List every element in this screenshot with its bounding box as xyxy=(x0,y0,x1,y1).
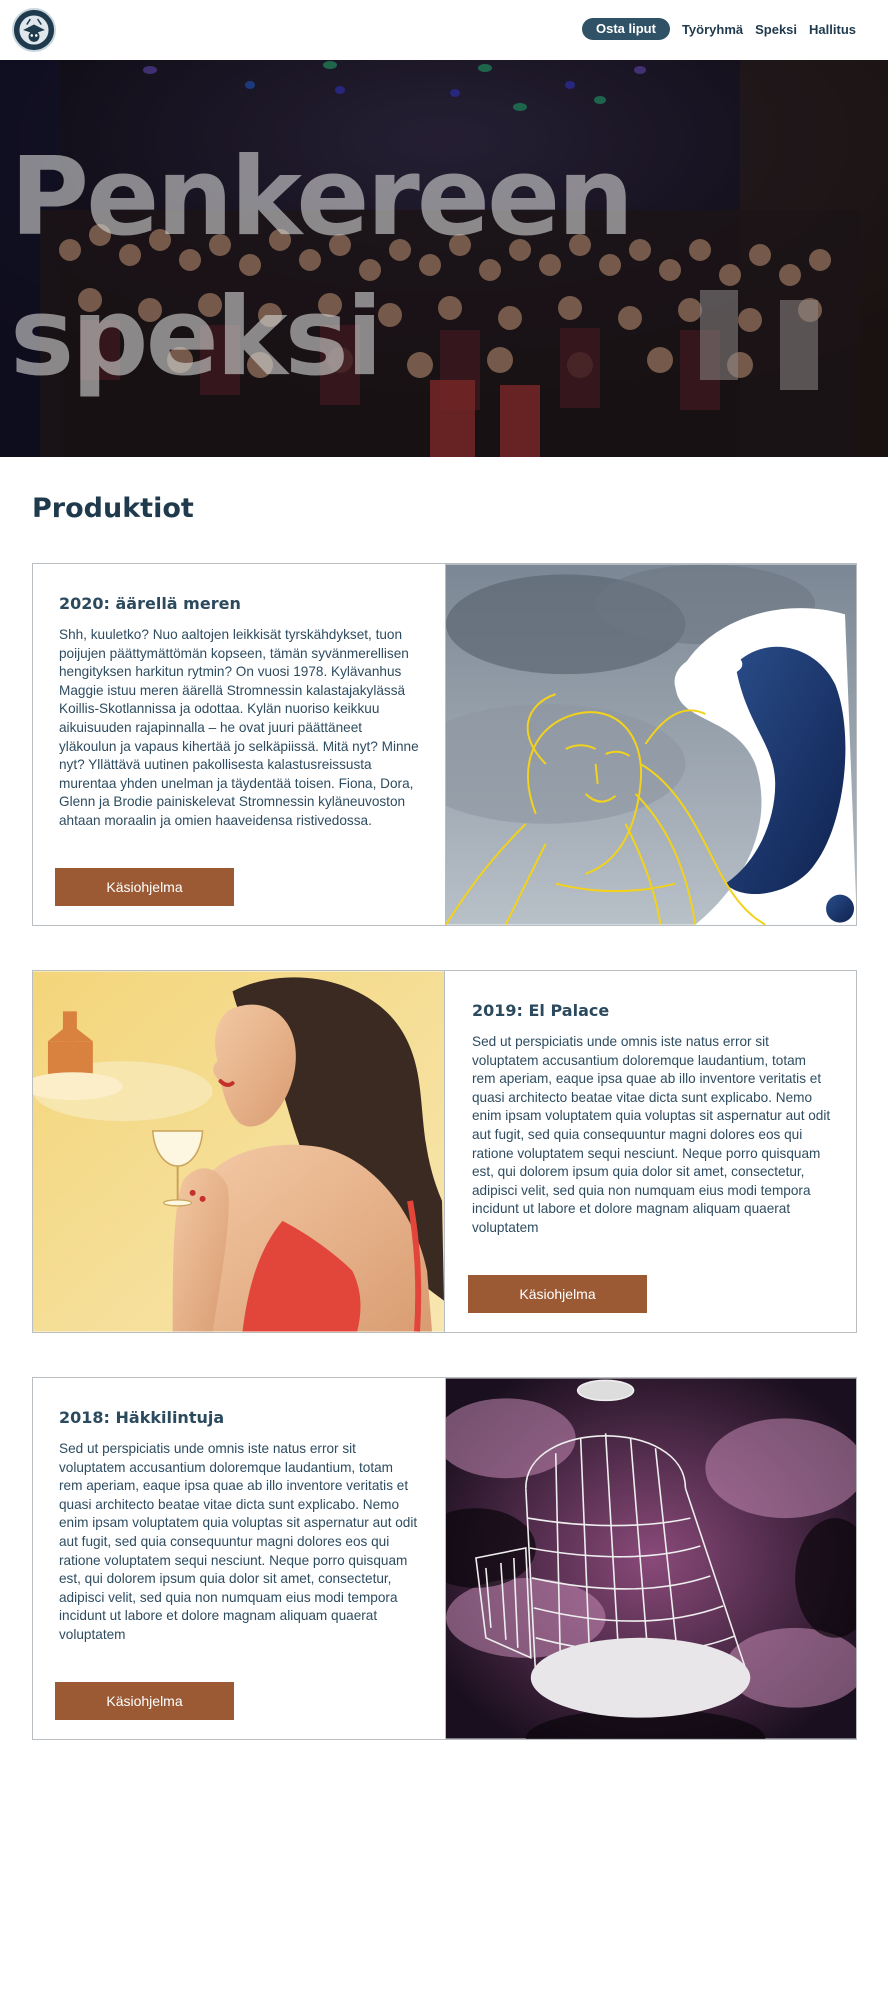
kasiohjelma-button[interactable]: Käsiohjelma xyxy=(468,1275,647,1313)
card-text: 2020: äärellä meren Shh, kuuletko? Nuo a… xyxy=(33,564,445,925)
birdcage-in-clouds-illustration xyxy=(445,1378,856,1739)
nav-link-hallitus[interactable]: Hallitus xyxy=(809,22,856,37)
kasiohjelma-button[interactable]: Käsiohjelma xyxy=(55,868,234,906)
production-card-2020: 2020: äärellä meren Shh, kuuletko? Nuo a… xyxy=(32,563,857,926)
sea-woman-wave-illustration xyxy=(445,564,856,925)
speksi-logo-icon[interactable] xyxy=(12,8,56,52)
woman-with-champagne-illustration xyxy=(33,971,445,1332)
card-title: 2018: Häkkilintuja xyxy=(59,1408,225,1427)
top-navigation: Osta liput Työryhmä Speksi Hallitus xyxy=(0,0,888,60)
production-card-2018: 2018: Häkkilintuja Sed ut perspiciatis u… xyxy=(32,1377,857,1740)
hero-title-line-1: Penkereen xyxy=(10,135,634,260)
nav-link-speksi[interactable]: Speksi xyxy=(755,22,797,37)
card-text: 2019: El Palace Sed ut perspiciatis unde… xyxy=(446,971,856,1332)
card-text: 2018: Häkkilintuja Sed ut perspiciatis u… xyxy=(33,1378,445,1739)
card-title: 2020: äärellä meren xyxy=(59,594,241,613)
kasiohjelma-button[interactable]: Käsiohjelma xyxy=(55,1682,234,1720)
hero-title-line-2: speksi xyxy=(10,275,383,400)
section-title-productions: Produktiot xyxy=(32,493,194,524)
hero-banner: Penkereen speksi xyxy=(0,60,888,457)
production-card-2019: 2019: El Palace Sed ut perspiciatis unde… xyxy=(32,970,857,1333)
nav-link-tyoryhma[interactable]: Työryhmä xyxy=(682,22,743,37)
hero-title: Penkereen speksi xyxy=(10,128,634,408)
card-description: Shh, kuuletko? Nuo aaltojen leikkisät ty… xyxy=(59,627,419,828)
card-description: Sed ut perspiciatis unde omnis iste natu… xyxy=(472,1034,831,1235)
nav-links: Osta liput Työryhmä Speksi Hallitus xyxy=(581,18,856,40)
buy-tickets-button[interactable]: Osta liput xyxy=(581,18,670,40)
card-title: 2019: El Palace xyxy=(472,1001,610,1020)
card-description: Sed ut perspiciatis unde omnis iste natu… xyxy=(59,1441,418,1642)
